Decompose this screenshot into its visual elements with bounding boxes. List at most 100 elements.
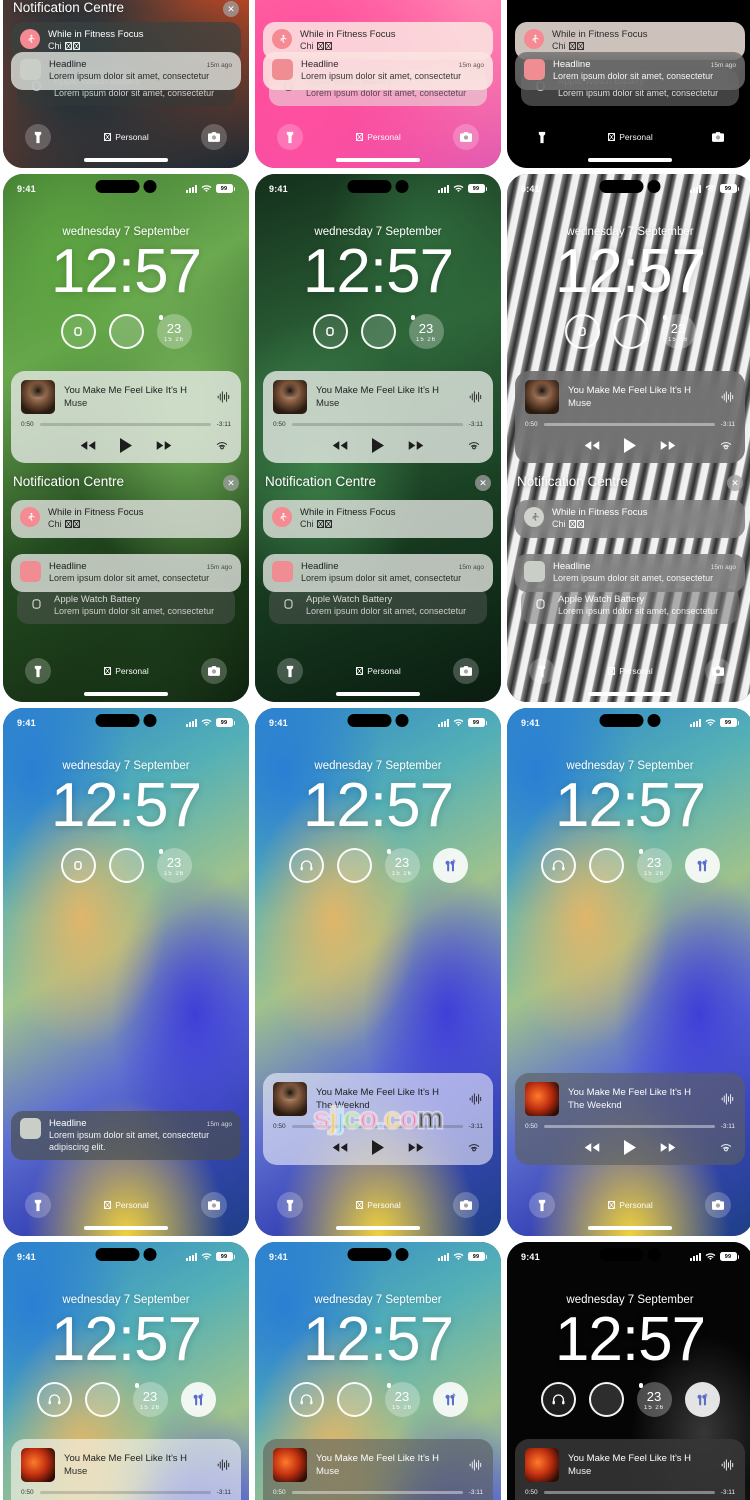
notification-apple-watch-battery[interactable]: Apple Watch Battery Lorem ipsum dolor si… (521, 588, 739, 624)
play-icon[interactable] (372, 1139, 384, 1155)
now-playing-widget[interactable]: You Make Me Feel Like It’s H Muse 0:50 -… (11, 371, 241, 463)
rewind-icon[interactable] (584, 440, 600, 451)
focus-mode-indicator[interactable]: Personal (607, 666, 653, 676)
now-playing-widget[interactable]: You Make Me Feel Like It’s H Muse 0:50 -… (515, 371, 745, 463)
focus-mode-indicator[interactable]: Personal (355, 666, 401, 676)
widget-battery-ring[interactable]: 23 15 26 (384, 1382, 420, 1417)
progress-track[interactable] (291, 422, 463, 427)
airplay-icon[interactable] (719, 438, 733, 452)
now-playing-widget[interactable]: You Make Me Feel Like It’s H Muse 0:50 -… (11, 1439, 241, 1500)
widget-empty-circle[interactable] (108, 848, 144, 883)
notification-headline[interactable]: Headline 15m ago Lorem ipsum dolor sit a… (11, 52, 241, 90)
flashlight-button[interactable] (277, 124, 303, 150)
widget-empty-circle[interactable] (336, 848, 372, 883)
fast-forward-icon[interactable] (408, 440, 424, 451)
flashlight-button[interactable] (277, 658, 303, 684)
notification-fitness-focus[interactable]: While in Fitness Focus Chi (515, 500, 745, 538)
phone-preview-r2c3[interactable]: 9:41 99 wednesday 7 September 12:57 23 1… (507, 174, 750, 702)
rewind-icon[interactable] (332, 440, 348, 451)
widget-empty-circle[interactable] (108, 314, 144, 349)
fast-forward-icon[interactable] (660, 1142, 676, 1153)
rewind-icon[interactable] (80, 440, 96, 451)
widget-headphones[interactable] (36, 1382, 72, 1417)
flashlight-button[interactable] (277, 1192, 303, 1218)
progress-row[interactable]: 0:50 -3:11 (525, 1489, 735, 1496)
play-icon[interactable] (120, 437, 132, 453)
camera-button[interactable] (201, 124, 227, 150)
rewind-icon[interactable] (584, 1142, 600, 1153)
phone-preview-r4c3[interactable]: 9:41 99 wednesday 7 September 12:57 23 1… (507, 1242, 750, 1500)
notification-headline[interactable]: Headline 15m ago Lorem ipsum dolor sit a… (263, 52, 493, 90)
focus-mode-indicator[interactable]: Personal (607, 132, 653, 142)
widget-battery-ring[interactable]: 23 15 26 (636, 848, 672, 883)
progress-track[interactable] (543, 422, 715, 427)
widget-headphones[interactable] (288, 1382, 324, 1417)
widget-headphones[interactable] (288, 848, 324, 883)
progress-track[interactable] (543, 1490, 715, 1495)
close-icon[interactable]: ✕ (223, 475, 239, 491)
progress-track[interactable] (543, 1124, 715, 1129)
progress-row[interactable]: 0:50 -3:11 (273, 1123, 483, 1130)
progress-row[interactable]: 0:50 -3:11 (21, 421, 231, 428)
focus-mode-indicator[interactable]: Personal (103, 666, 149, 676)
widget-airpods[interactable] (432, 1382, 468, 1417)
now-playing-widget[interactable]: You Make Me Feel Like It’s H Muse 0:50 -… (515, 1439, 745, 1500)
widget-empty-circle[interactable] (588, 848, 624, 883)
phone-preview-r1c2[interactable]: While in Fitness Focus Chi Apple Watch B… (255, 0, 501, 168)
widget-airpods[interactable] (180, 1382, 216, 1417)
close-icon[interactable]: ✕ (223, 1, 239, 17)
notification-apple-watch-battery[interactable]: Apple Watch Battery Lorem ipsum dolor si… (269, 588, 487, 624)
now-playing-widget[interactable]: You Make Me Feel Like It’s H The Weeknd … (263, 1073, 493, 1165)
phone-preview-r3c3[interactable]: 9:41 99 wednesday 7 September 12:57 23 1… (507, 708, 750, 1236)
widget-battery-ring[interactable]: 23 15 26 (384, 848, 420, 883)
phone-preview-r3c1[interactable]: 9:41 99 wednesday 7 September 12:57 23 1… (3, 708, 249, 1236)
phone-preview-r4c2[interactable]: 9:41 99 wednesday 7 September 12:57 23 1… (255, 1242, 501, 1500)
progress-track[interactable] (291, 1124, 463, 1129)
rewind-icon[interactable] (332, 1142, 348, 1153)
progress-row[interactable]: 0:50 -3:11 (525, 421, 735, 428)
widget-watch-battery[interactable] (564, 314, 600, 349)
widget-airpods[interactable] (684, 848, 720, 883)
progress-track[interactable] (291, 1490, 463, 1495)
phone-preview-r2c2[interactable]: 9:41 99 wednesday 7 September 12:57 23 1… (255, 174, 501, 702)
widget-battery-ring[interactable]: 23 15 26 (636, 1382, 672, 1417)
widget-watch-battery[interactable] (312, 314, 348, 349)
focus-mode-indicator[interactable]: Personal (607, 1200, 653, 1210)
play-icon[interactable] (624, 437, 636, 453)
notification-apple-watch-battery[interactable]: Apple Watch Battery Lorem ipsum dolor si… (17, 588, 235, 624)
fast-forward-icon[interactable] (660, 440, 676, 451)
camera-button[interactable] (453, 658, 479, 684)
flashlight-button[interactable] (529, 1192, 555, 1218)
widget-empty-circle[interactable] (336, 1382, 372, 1417)
play-icon[interactable] (372, 437, 384, 453)
progress-row[interactable]: 0:50 -3:11 (273, 1489, 483, 1496)
widget-battery-ring[interactable]: 23 15 26 (660, 314, 696, 349)
progress-row[interactable]: 0:50 -3:11 (273, 421, 483, 428)
progress-row[interactable]: 0:50 -3:11 (21, 1489, 231, 1496)
camera-button[interactable] (453, 1192, 479, 1218)
widget-watch-battery[interactable] (60, 848, 96, 883)
widget-headphones[interactable] (540, 1382, 576, 1417)
camera-button[interactable] (201, 658, 227, 684)
focus-mode-indicator[interactable]: Personal (103, 1200, 149, 1210)
progress-track[interactable] (39, 1490, 211, 1495)
widget-battery-ring[interactable]: 23 15 26 (408, 314, 444, 349)
flashlight-button[interactable] (25, 124, 51, 150)
phone-preview-r2c1[interactable]: 9:41 99 wednesday 7 September 12:57 23 1… (3, 174, 249, 702)
widget-empty-circle[interactable] (612, 314, 648, 349)
airplay-icon[interactable] (467, 438, 481, 452)
camera-button[interactable] (705, 658, 731, 684)
airplay-icon[interactable] (719, 1140, 733, 1154)
progress-track[interactable] (39, 422, 211, 427)
play-icon[interactable] (624, 1139, 636, 1155)
widget-empty-circle[interactable] (360, 314, 396, 349)
focus-mode-indicator[interactable]: Personal (103, 132, 149, 142)
phone-preview-r4c1[interactable]: 9:41 99 wednesday 7 September 12:57 23 1… (3, 1242, 249, 1500)
camera-button[interactable] (201, 1192, 227, 1218)
flashlight-button[interactable] (529, 124, 555, 150)
notification-headline[interactable]: Headline 15m ago Lorem ipsum dolor sit a… (11, 554, 241, 592)
widget-empty-circle[interactable] (84, 1382, 120, 1417)
flashlight-button[interactable] (25, 658, 51, 684)
now-playing-widget[interactable]: You Make Me Feel Like It’s H Muse 0:50 -… (263, 371, 493, 463)
airplay-icon[interactable] (467, 1140, 481, 1154)
